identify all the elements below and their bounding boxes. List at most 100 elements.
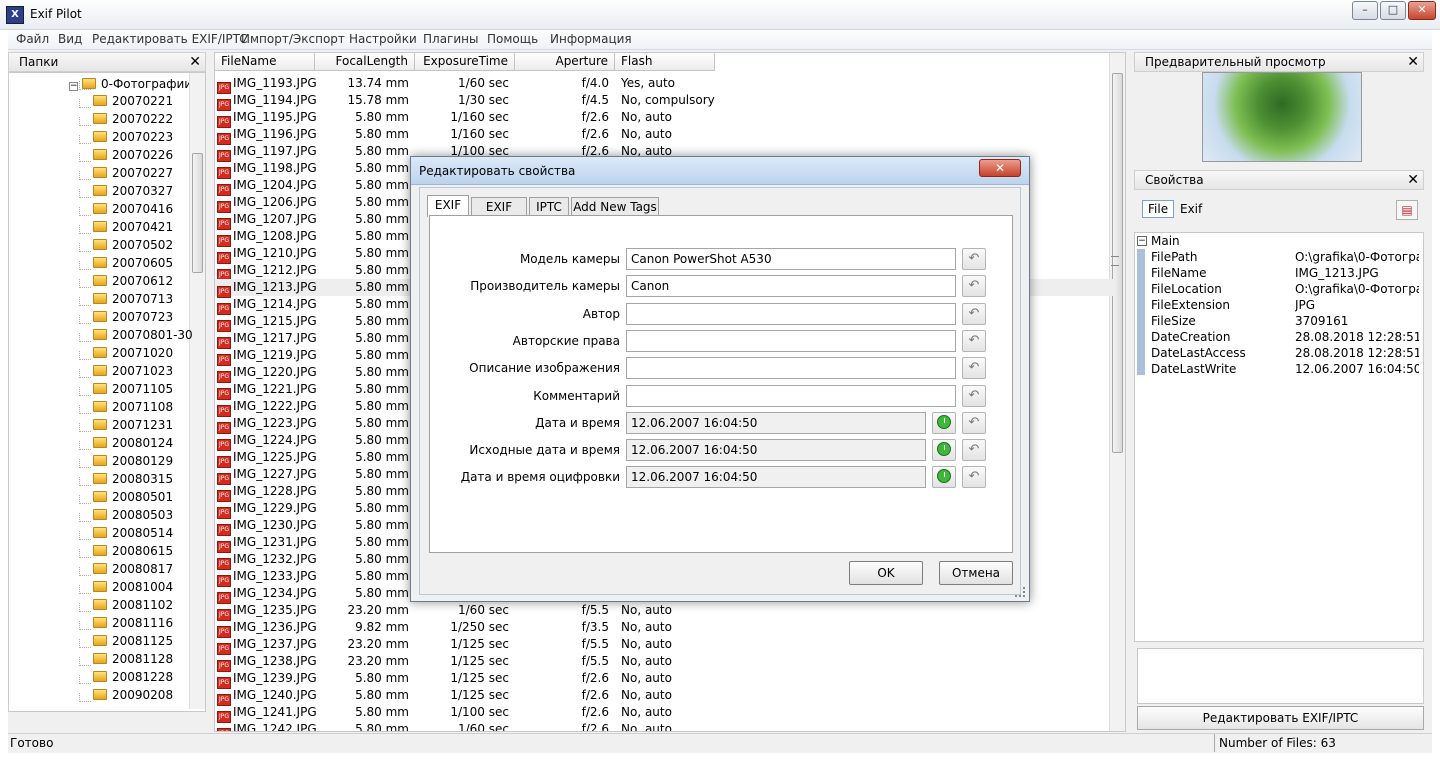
undo-icon[interactable]: ↶ bbox=[962, 357, 986, 380]
tree-folder-item[interactable]: 20070713 bbox=[93, 291, 173, 308]
props-row[interactable]: DateLastWrite 12.06.2007 16:04:50 bbox=[1135, 361, 1421, 377]
col-filename[interactable]: FileName bbox=[215, 53, 315, 71]
undo-icon[interactable]: ↶ bbox=[962, 248, 986, 270]
props-row[interactable]: DateLastAccess 28.08.2018 12:28:51 bbox=[1135, 345, 1421, 361]
props-row[interactable]: FileExtension JPG bbox=[1135, 297, 1421, 313]
table-row[interactable]: JPGIMG_1242.JPG 5.80 mm 1/60 sec f/2.6 No, a… bbox=[215, 721, 1115, 731]
menu-help[interactable]: Помощь bbox=[487, 32, 538, 46]
tree-folder-item[interactable]: 20070416 bbox=[93, 201, 173, 218]
folders-close-icon[interactable]: ✕ bbox=[189, 53, 201, 71]
col-flash[interactable]: Flash bbox=[615, 53, 715, 71]
table-row[interactable]: JPG IMG_1196.JPG 5.80 mm 1/160 sec f/2.6 No, … bbox=[215, 126, 1115, 145]
group-collapse-icon[interactable]: − bbox=[1137, 236, 1147, 246]
table-row[interactable]: JPG IMG_1194.JPG 15.78 mm 1/30 sec f/4.5 No, … bbox=[215, 92, 1115, 111]
maximize-button[interactable]: □ bbox=[1380, 1, 1406, 20]
tab-exif-gps[interactable]: EXIF GPS bbox=[471, 197, 527, 232]
tree-folder-item[interactable]: 20071105 bbox=[93, 381, 173, 398]
tree-folder-item[interactable]: 20070612 bbox=[93, 273, 173, 290]
tree-folder-item[interactable]: 20070723 bbox=[93, 309, 173, 326]
tree-folder-item[interactable]: 20070222 bbox=[93, 111, 173, 128]
props-group[interactable]: − Main bbox=[1135, 233, 1421, 249]
col-exposuretime[interactable]: ExposureTime bbox=[415, 53, 515, 71]
preview-close-icon[interactable]: ✕ bbox=[1407, 53, 1419, 71]
undo-icon[interactable]: ↶ bbox=[962, 275, 986, 298]
tree-folder-item[interactable]: 20081125 bbox=[93, 633, 173, 650]
tree-folder-item[interactable]: 20080514 bbox=[93, 525, 173, 542]
set-time-button[interactable] bbox=[932, 466, 956, 489]
tree-folder-item[interactable]: 20080315 bbox=[93, 471, 173, 488]
tab-iptc[interactable]: IPTC bbox=[529, 197, 569, 217]
props-tab-exif[interactable]: Exif bbox=[1180, 202, 1202, 216]
menu-import-export[interactable]: Импорт/Экспорт bbox=[241, 32, 345, 46]
undo-icon[interactable]: ↶ bbox=[962, 384, 986, 407]
dialog-close-icon[interactable]: ✕ bbox=[979, 159, 1021, 177]
table-row[interactable]: JPG IMG_1238.JPG 23.20 mm 1/125 sec f/5.5 No,… bbox=[215, 653, 1115, 672]
folder-scroll-thumb[interactable] bbox=[192, 153, 203, 273]
table-row[interactable]: JPG IMG_1193.JPG 13.74 mm 1/60 sec f/4.0 Yes,… bbox=[215, 75, 1115, 94]
menu-edit-exif[interactable]: Редактировать EXIF/IPTC bbox=[92, 32, 248, 46]
table-row[interactable]: JPG IMG_1239.JPG 5.80 mm 1/125 sec f/2.6 No, … bbox=[215, 670, 1115, 689]
tree-folder-item[interactable]: 20070226 bbox=[93, 147, 173, 164]
menu-info[interactable]: Информация bbox=[550, 32, 632, 46]
props-row[interactable]: FileSize 3709161 bbox=[1135, 313, 1421, 329]
set-time-button[interactable] bbox=[932, 411, 956, 434]
tab-exif[interactable]: EXIF bbox=[427, 195, 469, 217]
field-input[interactable]: 12.06.2007 16:04:50 bbox=[626, 466, 926, 489]
table-row[interactable]: JPG IMG_1195.JPG 5.80 mm 1/160 sec f/2.6 No, … bbox=[215, 109, 1115, 128]
tree-folder-item[interactable]: 20071020 bbox=[93, 345, 173, 362]
resize-grip[interactable] bbox=[1015, 587, 1025, 597]
tree-folder-item[interactable]: 20081116 bbox=[93, 615, 173, 632]
menu-file[interactable]: Файл bbox=[16, 32, 49, 46]
table-row[interactable]: JPG IMG_1241.JPG 5.80 mm 1/100 sec f/2.6 No, … bbox=[215, 704, 1115, 723]
tree-folder-item[interactable]: 20090208 bbox=[93, 687, 173, 704]
tree-folder-item[interactable]: 20070502 bbox=[93, 237, 173, 254]
tree-folder-item[interactable]: 20070605 bbox=[93, 255, 173, 272]
field-input[interactable] bbox=[626, 329, 956, 352]
tree-folder-item[interactable]: 20081004 bbox=[93, 579, 173, 596]
field-input[interactable]: 12.06.2007 16:04:50 bbox=[626, 411, 926, 434]
set-time-button[interactable] bbox=[932, 439, 956, 462]
field-input[interactable] bbox=[626, 302, 956, 325]
table-row[interactable]: JPG IMG_1240.JPG 5.80 mm 1/125 sec f/2.6 No, … bbox=[215, 687, 1115, 706]
tree-folder-item[interactable]: 20080817 bbox=[93, 561, 173, 578]
field-input[interactable] bbox=[626, 357, 956, 380]
tree-folder-item[interactable]: 20081102 bbox=[93, 597, 173, 614]
tree-folder-item[interactable]: 20071108 bbox=[93, 399, 173, 416]
close-button[interactable]: ✕ bbox=[1408, 1, 1436, 20]
menu-plugins[interactable]: Плагины bbox=[423, 32, 478, 46]
splitter-grip[interactable] bbox=[1111, 256, 1119, 266]
tree-folder-item[interactable]: 20081228 bbox=[93, 669, 173, 686]
props-row[interactable]: FileLocation O:\grafika\0-Фотограф... bbox=[1135, 281, 1421, 297]
props-row[interactable]: FileName IMG_1213.JPG bbox=[1135, 265, 1421, 281]
tab-add-new-tags[interactable]: Add New Tags bbox=[571, 197, 659, 217]
undo-icon[interactable]: ↶ bbox=[962, 411, 986, 434]
menu-settings[interactable]: Настройки bbox=[349, 32, 417, 46]
tree-folder-item[interactable]: 20071231 bbox=[93, 417, 173, 434]
tree-folder-item[interactable]: 20070801-30 bbox=[93, 327, 193, 344]
collapse-icon[interactable]: − bbox=[69, 82, 78, 91]
tree-folder-item[interactable]: 20081128 bbox=[93, 651, 173, 668]
minimize-button[interactable]: – bbox=[1352, 1, 1378, 20]
export-icon[interactable]: ▤ bbox=[1396, 200, 1418, 220]
tree-folder-item[interactable]: 20080503 bbox=[93, 507, 173, 524]
col-aperture[interactable]: Aperture bbox=[515, 53, 615, 71]
cancel-button[interactable]: Отмена bbox=[939, 561, 1013, 585]
ok-button[interactable]: OK bbox=[849, 561, 923, 585]
folder-scrollbar[interactable] bbox=[189, 73, 205, 709]
tree-folder-item[interactable]: 20070227 bbox=[93, 165, 173, 182]
tree-folder-item[interactable]: 20070421 bbox=[93, 219, 173, 236]
field-input[interactable]: Canon PowerShot A530 bbox=[626, 248, 956, 270]
table-row[interactable]: JPG IMG_1236.JPG 9.82 mm 1/250 sec f/3.5 No, … bbox=[215, 619, 1115, 638]
tree-folder-item[interactable]: 20070327 bbox=[93, 183, 173, 200]
tree-folder-item[interactable]: 20080129 bbox=[93, 453, 173, 470]
undo-icon[interactable]: ↶ bbox=[962, 439, 986, 462]
col-focallength[interactable]: FocalLength bbox=[315, 53, 415, 71]
folder-tree[interactable]: − 0-Фотографии- 20070221 20070222 20070223 2… bbox=[8, 72, 206, 712]
props-tab-file[interactable]: File bbox=[1142, 200, 1175, 218]
props-row[interactable]: DateCreation 28.08.2018 12:28:51 bbox=[1135, 329, 1421, 345]
tree-folder-item[interactable]: 20070223 bbox=[93, 129, 173, 146]
undo-icon[interactable]: ↶ bbox=[962, 466, 986, 489]
field-input[interactable]: Canon bbox=[626, 275, 956, 298]
tree-folder-item[interactable]: 20071023 bbox=[93, 363, 173, 380]
edit-exif-button[interactable]: Редактировать EXIF/IPTC bbox=[1137, 706, 1424, 730]
